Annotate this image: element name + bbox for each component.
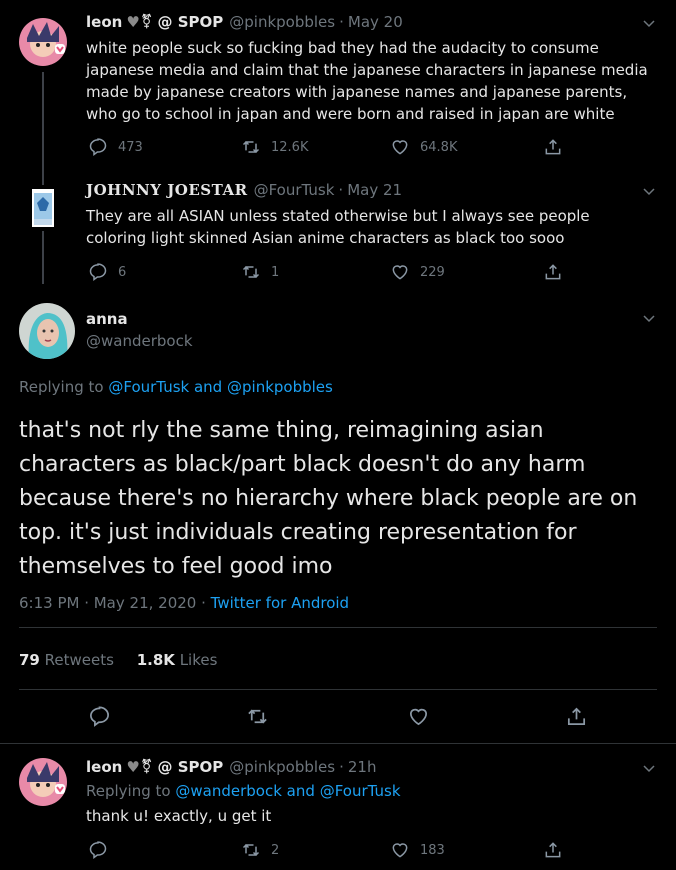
tweet-header: leon ♥ ⚧ @ SPOP @pinkpobbles · 21h (86, 758, 376, 776)
retweet-button[interactable] (246, 705, 269, 728)
retweets-count: 79 (19, 651, 40, 669)
like-count: 183 (420, 842, 445, 858)
like-button[interactable]: 183 (390, 840, 445, 860)
share-icon (545, 264, 561, 280)
timestamp[interactable]: 21h (348, 758, 377, 776)
retweet-icon (242, 265, 260, 279)
share-button[interactable] (543, 262, 563, 282)
main-tweet-text: that's not rly the same thing, reimagini… (19, 418, 638, 579)
handle[interactable]: @wanderbock (86, 332, 193, 350)
like-count: 64.8K (420, 139, 458, 155)
chevron-down-icon[interactable] (641, 15, 657, 31)
thread-line (42, 235, 44, 283)
share-button[interactable] (543, 840, 563, 860)
reply-button[interactable] (88, 705, 111, 728)
chevron-down-icon[interactable] (641, 760, 657, 776)
replying-and[interactable]: and (194, 378, 222, 396)
like-count: 229 (420, 264, 445, 280)
mention-link[interactable]: @FourTusk (108, 378, 189, 396)
likes-stat[interactable]: 1.8K Likes (137, 651, 218, 669)
tweet-header: JOHNNY JOESTAR @FourTusk · May 21 (86, 181, 402, 199)
retweet-icon (242, 843, 260, 857)
heart-icon: ♥ (126, 758, 140, 776)
mention-link[interactable]: @wanderbock (175, 782, 282, 800)
reply-button[interactable]: 473 (88, 137, 143, 157)
tweet-text: white people suck so fucking bad they ha… (86, 39, 648, 123)
likes-count: 1.8K (136, 651, 175, 669)
avatar[interactable] (19, 18, 67, 66)
like-button[interactable]: 64.8K (390, 137, 457, 157)
reply-icon (89, 263, 107, 281)
separator: · (339, 758, 344, 776)
transgender-symbol-icon: ⚧ (140, 759, 153, 775)
handle[interactable]: @pinkpobbles (229, 758, 335, 776)
display-name[interactable]: anna (86, 310, 128, 328)
reply-count: 473 (118, 139, 143, 155)
retweet-icon (248, 709, 267, 724)
heart-outline-icon (409, 708, 428, 726)
replying-to: Replying to @FourTusk and @pinkpobbles (19, 378, 333, 396)
timestamp[interactable]: May 21 (347, 181, 402, 199)
heart-outline-icon (392, 140, 408, 155)
reply-icon (90, 706, 109, 727)
share-button[interactable] (543, 137, 563, 157)
chevron-down-icon[interactable] (641, 310, 657, 326)
retweet-button[interactable]: 2 (241, 840, 279, 860)
divider (0, 743, 676, 744)
retweet-count: 12.6K (271, 139, 309, 155)
handle[interactable]: @FourTusk (254, 181, 335, 199)
reply-icon (89, 138, 107, 156)
engagement-stats: 79 Retweets 1.8K Likes (19, 651, 217, 669)
replying-label: Replying to (86, 782, 171, 800)
separator: · (339, 13, 344, 31)
share-icon (545, 842, 561, 858)
retweet-icon (242, 140, 260, 154)
display-name-suffix: @ SPOP (157, 13, 224, 31)
divider (19, 627, 657, 628)
reply-button[interactable]: 6 (88, 262, 126, 282)
mention-link[interactable]: @pinkpobbles (227, 378, 333, 396)
share-icon (545, 139, 561, 155)
likes-label: Likes (179, 651, 218, 669)
avatar[interactable] (19, 303, 75, 359)
like-button[interactable]: 229 (390, 262, 445, 282)
reply-icon (89, 841, 107, 859)
separator: · (338, 181, 344, 199)
avatar[interactable] (20, 185, 66, 231)
chevron-down-icon[interactable] (641, 183, 657, 199)
handle[interactable]: @pinkpobbles (229, 13, 335, 31)
heart-outline-icon (392, 843, 408, 858)
timestamp[interactable]: May 20 (348, 13, 403, 31)
transgender-symbol-icon: ⚧ (140, 14, 153, 30)
display-name[interactable]: leon (86, 758, 122, 776)
display-name[interactable]: JOHNNY JOESTAR (86, 181, 248, 199)
heart-icon: ♥ (126, 13, 140, 31)
tweet-header: leon ♥ ⚧ @ SPOP @pinkpobbles · May 20 (86, 13, 403, 31)
like-button[interactable] (407, 705, 430, 728)
reply-button[interactable] (88, 840, 108, 860)
retweet-button[interactable]: 12.6K (241, 137, 308, 157)
tweet-text: thank u! exactly, u get it (86, 807, 272, 825)
heart-outline-icon (392, 265, 408, 280)
retweet-button[interactable]: 1 (241, 262, 279, 282)
replying-label: Replying to (19, 378, 104, 396)
replying-to: Replying to @wanderbock and @FourTusk (86, 782, 401, 800)
display-name-suffix: @ SPOP (157, 758, 224, 776)
tweet-text: They are all ASIAN unless stated otherwi… (86, 207, 590, 247)
retweet-count: 1 (271, 264, 280, 280)
retweets-label: Retweets (44, 651, 114, 669)
replying-and[interactable]: and (287, 782, 315, 800)
share-icon (567, 707, 586, 726)
tweet-meta: 6:13 PM · May 21, 2020 · Twitter for And… (19, 594, 349, 612)
avatar[interactable] (19, 758, 67, 806)
tweet-time[interactable]: 6:13 PM · May 21, 2020 · (19, 594, 206, 612)
share-button[interactable] (565, 705, 588, 728)
retweets-stat[interactable]: 79 Retweets (19, 651, 119, 669)
mention-link[interactable]: @FourTusk (320, 782, 401, 800)
divider (19, 689, 657, 690)
retweet-count: 2 (271, 842, 280, 858)
tweet-source[interactable]: Twitter for Android (211, 594, 349, 612)
display-name[interactable]: leon (86, 13, 122, 31)
reply-count: 6 (118, 264, 127, 280)
